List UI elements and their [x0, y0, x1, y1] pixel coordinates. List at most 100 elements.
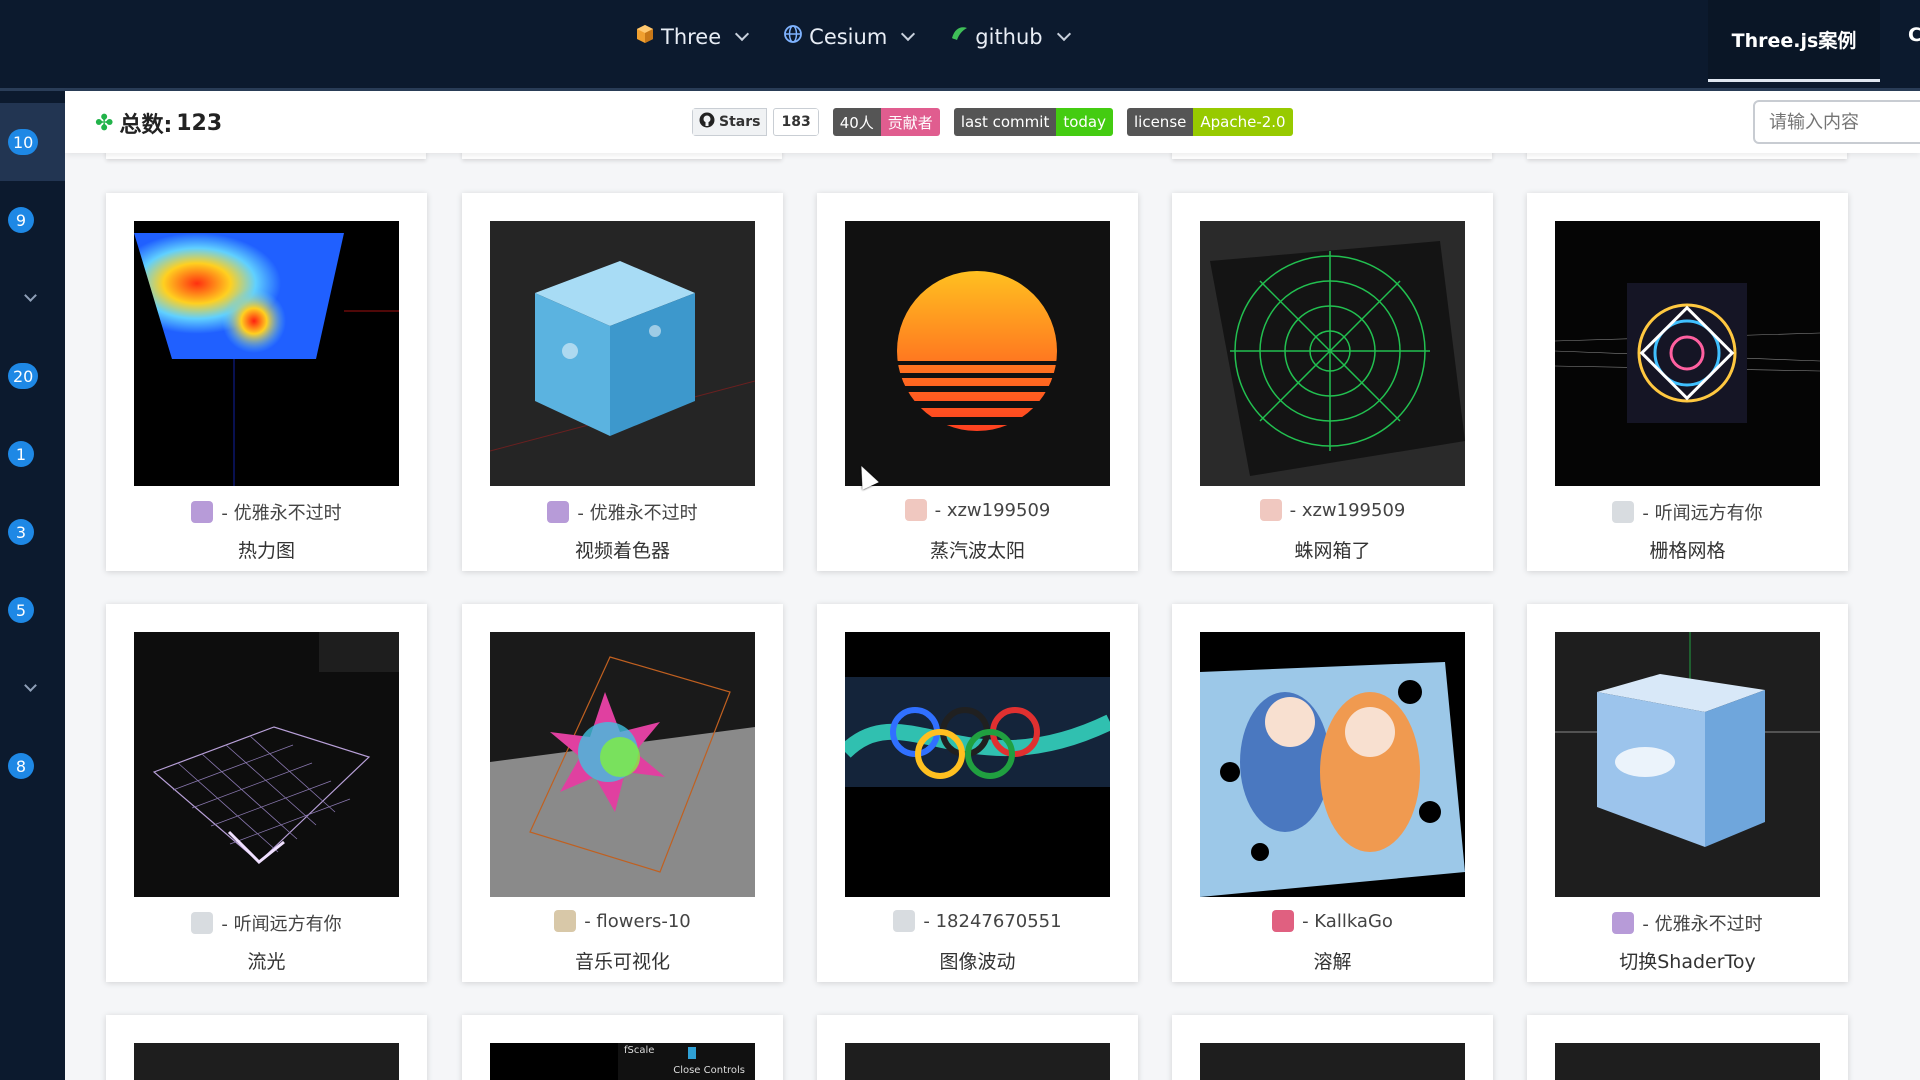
sidebar-item-20[interactable]: 20	[0, 337, 65, 415]
case-thumbnail	[1555, 1043, 1820, 1080]
count-badge: 8	[8, 753, 34, 779]
sidebar-item-5[interactable]: 5	[0, 571, 65, 649]
stars-count: 183	[773, 108, 819, 136]
nav-github-label: github	[975, 24, 1043, 49]
nav-github-menu[interactable]: github	[949, 24, 1071, 49]
contributors-label: 贡献者	[880, 108, 940, 136]
case-title: 热力图	[237, 540, 295, 562]
sidebar-item-10[interactable]: 10	[0, 103, 65, 181]
tab-cesium-cases[interactable]: C	[1908, 24, 1920, 46]
case-title: 流光	[247, 951, 286, 973]
gui-slider[interactable]	[688, 1047, 696, 1059]
total-count: ✤ 总数: 123	[95, 107, 222, 139]
gui-controls-panel: fScale Close Controls	[618, 1043, 755, 1080]
sidebar-item-9[interactable]: 9	[0, 181, 65, 259]
elephant-avatar-icon	[191, 501, 214, 523]
nav-cesium-label: Cesium	[809, 24, 888, 49]
case-title: 栅格网格	[1649, 540, 1726, 562]
count-badge: 3	[8, 519, 34, 545]
case-card-streamer[interactable]: - 听闻远方有你 流光	[106, 604, 427, 982]
repo-badges: Stars 183 40人 贡献者 last commit today lice…	[692, 108, 1293, 136]
case-thumbnail	[845, 1043, 1110, 1080]
author-name: - 听闻远方有你	[221, 914, 342, 935]
count-badge: 5	[8, 597, 34, 623]
case-title: 切换ShaderToy	[1619, 951, 1756, 973]
case-card-partial[interactable]	[106, 1015, 427, 1080]
case-thumbnail	[134, 1043, 399, 1080]
case-title: 视频着色器	[574, 540, 670, 562]
plane-avatar-icon	[893, 910, 916, 932]
tab-threejs-cases[interactable]: Three.js案例	[1708, 0, 1880, 82]
top-nav-bar: Three Cesium github Three.js案例 C	[0, 0, 1920, 88]
case-thumbnail	[1200, 1043, 1465, 1080]
github-icon	[949, 24, 969, 49]
case-card-vaporwave-sun[interactable]: - xzw199509 蒸汽波太阳	[817, 193, 1138, 571]
search-input[interactable]	[1753, 100, 1920, 144]
author-name: - 优雅永不过时	[1642, 914, 1763, 935]
chevron-down-icon	[1056, 26, 1071, 41]
anime-avatar-icon	[904, 499, 927, 521]
case-card-image-wave[interactable]: - 18247670551 图像波动	[817, 604, 1138, 982]
case-thumbnail	[1555, 221, 1820, 486]
author-name: - xzw199509	[934, 499, 1051, 521]
case-card-switch-shadertoy[interactable]: - 优雅永不过时 切换ShaderToy	[1527, 604, 1848, 982]
elephant-avatar-icon	[1612, 912, 1635, 934]
last-commit-value: today	[1056, 108, 1113, 136]
sidebar-expand[interactable]	[0, 259, 65, 337]
case-card-music-visualization[interactable]: - flowers-10 音乐可视化	[462, 604, 783, 982]
globe-icon	[783, 24, 803, 49]
chevron-down-icon	[735, 26, 750, 41]
nav-three-menu[interactable]: Three	[635, 24, 750, 49]
github-stars-badge[interactable]: Stars 183	[692, 108, 819, 136]
case-author: - 优雅永不过时	[462, 499, 783, 525]
case-card-partial[interactable]	[1527, 1015, 1848, 1080]
count-badge: 1	[8, 441, 34, 467]
gui-close-controls[interactable]: Close Controls	[673, 1065, 745, 1076]
sidebar-item-8[interactable]: 8	[0, 727, 65, 805]
case-card-spiderweb[interactable]: - xzw199509 蛛网箱了	[1172, 193, 1493, 571]
case-card-dissolve[interactable]: - KallkaGo 溶解	[1172, 604, 1493, 982]
author-name: - 听闻远方有你	[1642, 503, 1763, 524]
chevron-down-icon	[24, 678, 37, 692]
author-name: - 优雅永不过时	[577, 503, 698, 524]
box-icon	[635, 24, 655, 49]
case-author: - 优雅永不过时	[106, 499, 427, 525]
case-card-raster-grid[interactable]: - 听闻远方有你 栅格网格	[1527, 193, 1848, 571]
case-author: - flowers-10	[462, 910, 783, 932]
case-author: - xzw199509	[817, 499, 1138, 521]
license-value: Apache-2.0	[1193, 108, 1293, 136]
plane-avatar-icon	[1612, 501, 1635, 523]
author-name: - flowers-10	[584, 910, 691, 932]
list-header: ✤ 总数: 123 Stars 183 40人 贡献者 last commit …	[65, 91, 1920, 153]
author-name: - KallkaGo	[1302, 910, 1393, 932]
case-card-heatmap[interactable]: - 优雅永不过时 热力图	[106, 193, 427, 571]
plane-avatar-icon	[191, 912, 214, 934]
license-label: license	[1127, 108, 1194, 136]
card-stub	[462, 153, 782, 159]
case-card-partial[interactable]: fScale Close Controls	[462, 1015, 783, 1080]
last-commit-badge[interactable]: last commit today	[953, 108, 1113, 136]
sidebar-item-1[interactable]: 1	[0, 415, 65, 493]
case-thumbnail	[1555, 632, 1820, 897]
sidebar-item-3[interactable]: 3	[0, 493, 65, 571]
gui-fscale-label: fScale	[624, 1045, 655, 1056]
sidebar-expand[interactable]	[0, 649, 65, 727]
case-grid: - 优雅永不过时 热力图 - 优雅永不过时 视频着色器 - xzw199509 …	[65, 153, 1920, 1080]
license-badge[interactable]: license Apache-2.0	[1127, 108, 1293, 136]
elephant-avatar-icon	[547, 501, 570, 523]
nav-cesium-menu[interactable]: Cesium	[783, 24, 916, 49]
case-title: 蒸汽波太阳	[929, 540, 1025, 562]
case-card-partial[interactable]	[1172, 1015, 1493, 1080]
contributors-badge[interactable]: 40人 贡献者	[832, 108, 940, 136]
count-badge: 9	[8, 207, 34, 233]
chevron-down-icon	[901, 26, 916, 41]
case-card-partial[interactable]	[817, 1015, 1138, 1080]
case-thumbnail	[490, 632, 755, 897]
case-author: - xzw199509	[1172, 499, 1493, 521]
case-card-video-shader[interactable]: - 优雅永不过时 视频着色器	[462, 193, 783, 571]
card-stub	[106, 153, 426, 159]
case-author: - 听闻远方有你	[1527, 499, 1848, 525]
nav-menu: Three Cesium github	[635, 24, 1071, 49]
case-author: - 18247670551	[817, 910, 1138, 932]
count-badge: 10	[8, 129, 39, 155]
